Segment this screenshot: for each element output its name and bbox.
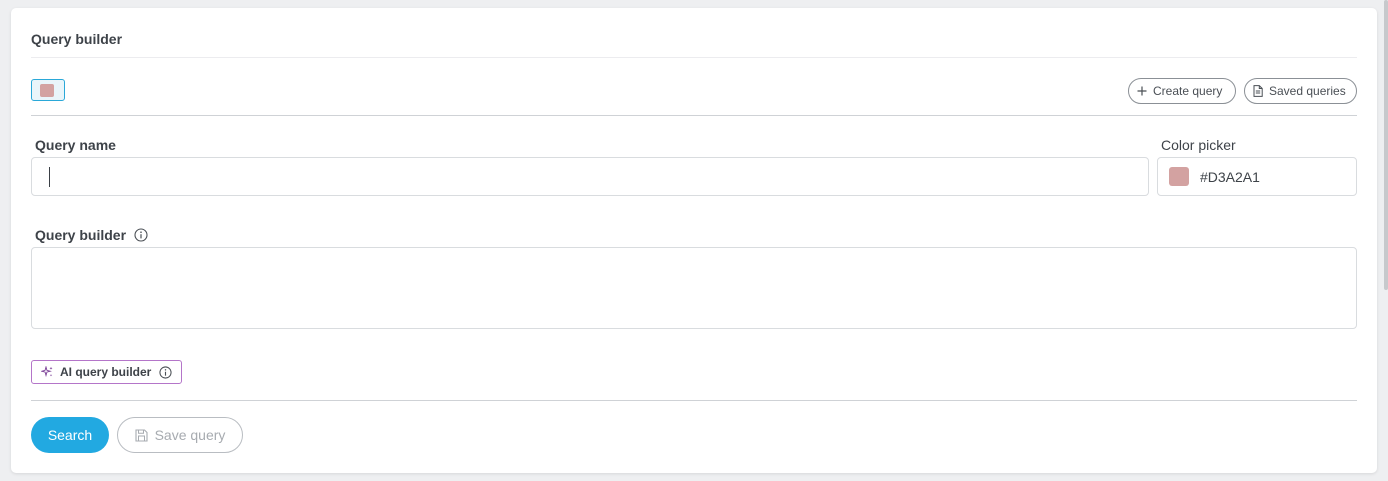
query-builder-label: Query builder	[35, 227, 127, 243]
page-scrollbar[interactable]	[1384, 0, 1388, 290]
query-name-input[interactable]	[31, 157, 1149, 196]
save-query-label: Save query	[154, 427, 226, 443]
selected-query-chip[interactable]	[31, 79, 65, 101]
saved-queries-label: Saved queries	[1269, 84, 1346, 98]
card-title: Query builder	[31, 31, 123, 47]
info-icon[interactable]	[159, 365, 172, 379]
color-picker-label: Color picker	[1161, 137, 1236, 153]
save-query-button[interactable]: Save query	[117, 417, 243, 453]
sparkle-icon	[41, 366, 53, 378]
title-divider	[31, 57, 1357, 58]
plus-icon	[1137, 86, 1147, 96]
query-builder-card: Query builder Create query Saved queries…	[11, 8, 1377, 473]
ai-query-builder-button[interactable]: AI query builder	[31, 360, 182, 384]
document-icon	[1253, 85, 1263, 97]
color-swatch[interactable]	[1169, 167, 1189, 186]
actions-divider	[31, 400, 1357, 401]
chip-color-swatch	[40, 84, 54, 97]
color-picker-input[interactable]: #D3A2A1	[1157, 157, 1357, 196]
create-query-label: Create query	[1153, 84, 1223, 98]
query-name-label: Query name	[35, 137, 116, 153]
search-button[interactable]: Search	[31, 417, 109, 453]
create-query-button[interactable]: Create query	[1128, 78, 1236, 104]
query-builder-editor[interactable]	[31, 247, 1357, 329]
ai-query-builder-label: AI query builder	[60, 365, 152, 379]
color-hex-value: #D3A2A1	[1200, 168, 1260, 185]
floppy-disk-icon	[135, 428, 148, 442]
query-builder-label-row: Query builder	[35, 227, 148, 243]
info-icon[interactable]	[134, 228, 148, 242]
toolbar-divider	[31, 115, 1357, 116]
saved-queries-button[interactable]: Saved queries	[1244, 78, 1357, 104]
text-cursor	[49, 167, 50, 187]
